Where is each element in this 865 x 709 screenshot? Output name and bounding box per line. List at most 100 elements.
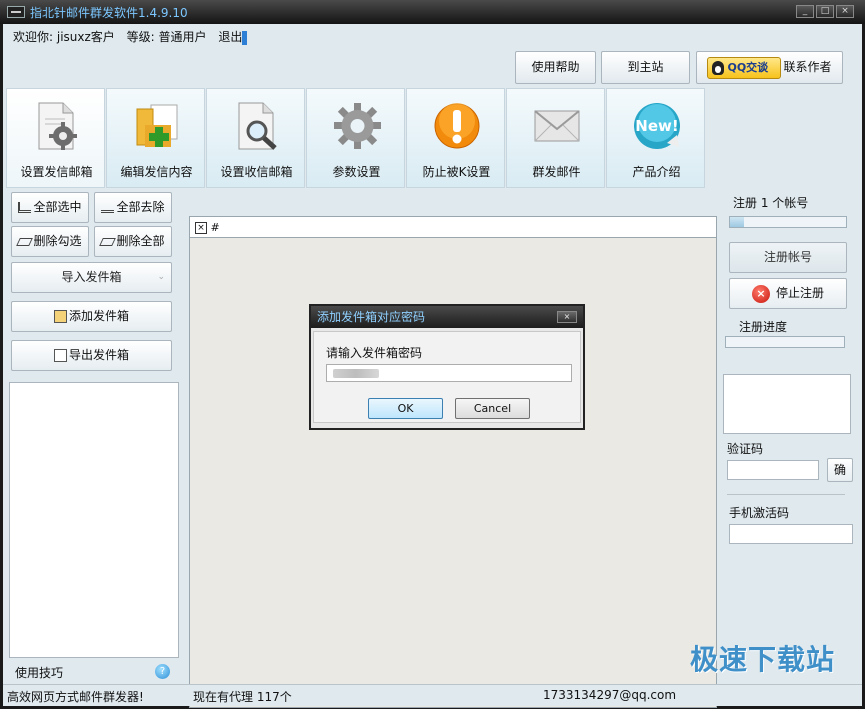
deselect-all-icon <box>101 202 115 213</box>
delete-all-label: 删除全部 <box>116 234 165 248</box>
captcha-image <box>723 374 851 434</box>
dialog-body: 请输入发件箱密码 OK Cancel <box>313 331 581 423</box>
settings-document-icon <box>38 102 77 150</box>
svg-text:New!: New! <box>635 117 678 135</box>
level-text: 等级: 普通用户 <box>126 30 207 44</box>
tile-label: 产品介绍 <box>632 165 681 179</box>
phone-code-label: 手机激活码 <box>729 506 790 520</box>
captcha-input[interactable] <box>727 460 819 480</box>
delete-checked-button[interactable]: 删除勾选 <box>11 226 89 257</box>
tile-label: 参数设置 <box>332 165 381 179</box>
tile-label: 群发邮件 <box>532 165 581 179</box>
tile-label: 设置发信邮箱 <box>20 165 93 179</box>
tile-product-intro[interactable]: New! 产品介绍 <box>606 88 705 188</box>
select-all-icon <box>18 202 32 213</box>
dialog-title: 添加发件箱对应密码 <box>311 306 583 328</box>
register-count-label: 注册 1 个帐号 <box>733 196 809 210</box>
register-count-bar <box>729 216 847 228</box>
qq-penguin-icon <box>712 60 725 75</box>
tile-anti-block[interactable]: 防止被K设置 <box>406 88 505 188</box>
qq-badge-label: QQ交谈 <box>727 60 769 74</box>
qq-chat-badge[interactable]: QQ交谈 <box>707 56 782 79</box>
dialog-prompt: 请输入发件箱密码 <box>326 346 423 360</box>
help-button[interactable]: 使用帮助 <box>515 51 596 84</box>
new-badge-icon: New! <box>634 103 680 149</box>
captcha-label: 验证码 <box>727 442 764 456</box>
warning-icon <box>434 103 480 149</box>
tab-strip: × # <box>189 216 717 238</box>
status-bar: 高效网页方式邮件群发器! 现在有代理 117个 1733134297@qq.co… <box>3 684 862 706</box>
envelope-icon <box>534 110 580 142</box>
cancel-button[interactable]: Cancel <box>455 398 530 419</box>
ok-button[interactable]: OK <box>368 398 443 419</box>
mailbox-list[interactable] <box>9 382 179 658</box>
password-dialog: 添加发件箱对应密码 × 请输入发件箱密码 OK Cancel <box>309 304 585 430</box>
add-label: 添加发件箱 <box>68 309 129 323</box>
deselect-all-button[interactable]: 全部去除 <box>94 192 172 223</box>
select-all-button[interactable]: 全部选中 <box>11 192 89 223</box>
deselect-all-label: 全部去除 <box>116 200 165 214</box>
register-progress-label: 注册进度 <box>739 320 788 334</box>
divider <box>727 494 845 495</box>
contact-author-button[interactable]: QQ交谈 联系作者 <box>696 51 843 84</box>
title-bar: 指北针邮件群发软件1.4.9.10 _ □ × <box>0 0 865 24</box>
sender-panel: 全部选中 全部去除 删除勾选 删除全部 导入发件箱 ⌄ 添加发件箱 导出发件箱 … <box>7 190 181 686</box>
status-proxy: 现在有代理 117个 <box>193 690 292 704</box>
add-mailbox-button[interactable]: 添加发件箱 <box>11 301 172 332</box>
tab-hash[interactable]: × # <box>195 221 225 238</box>
tab-close-icon[interactable]: × <box>195 222 207 234</box>
import-mailbox-button[interactable]: 导入发件箱 ⌄ <box>11 262 172 293</box>
password-input[interactable] <box>326 364 572 382</box>
text-cursor <box>242 30 248 45</box>
eraser-icon <box>99 237 117 246</box>
add-mailbox-icon <box>53 310 67 323</box>
captcha-confirm-button[interactable]: 确 <box>827 458 853 482</box>
chevron-down-icon: ⌄ <box>157 272 165 282</box>
register-progress-bar <box>725 336 845 348</box>
tile-label: 设置收信邮箱 <box>220 165 293 179</box>
gear-icon <box>334 103 381 149</box>
masked-value <box>333 369 379 378</box>
search-document-icon <box>238 102 277 150</box>
folder-add-icon <box>136 104 178 147</box>
export-mailbox-button[interactable]: 导出发件箱 <box>11 340 172 371</box>
watermark-text: 极速下载站 <box>690 643 836 676</box>
register-account-button[interactable]: 注册帐号 <box>729 242 847 273</box>
welcome-text: 欢迎你: jisuxz客户 <box>13 30 115 44</box>
app-icon[interactable] <box>7 6 25 18</box>
stop-icon: × <box>751 284 770 303</box>
import-label: 导入发件箱 <box>61 270 122 284</box>
eraser-icon <box>16 237 34 246</box>
minimize-button[interactable]: _ <box>796 5 814 18</box>
select-all-label: 全部选中 <box>33 200 82 214</box>
contact-label: 联系作者 <box>783 60 832 74</box>
home-button[interactable]: 到主站 <box>601 51 690 84</box>
close-button[interactable]: × <box>836 5 854 18</box>
register-count-fill <box>730 217 744 227</box>
stop-register-button[interactable]: × 停止注册 <box>729 278 847 309</box>
export-mailbox-icon <box>53 349 67 362</box>
export-label: 导出发件箱 <box>68 348 129 362</box>
tips-label[interactable]: 使用技巧 <box>15 664 63 681</box>
restore-button[interactable]: □ <box>816 5 834 18</box>
user-bar: 欢迎你: jisuxz客户 等级: 普通用户 退出 <box>13 28 255 45</box>
tile-send-mail[interactable]: 群发邮件 <box>506 88 605 188</box>
logout-link[interactable]: 退出 <box>218 30 242 44</box>
status-email: 1733134297@qq.com <box>543 688 677 702</box>
phone-code-input[interactable] <box>729 524 853 544</box>
window-title: 指北针邮件群发软件1.4.9.10 <box>30 6 188 20</box>
tile-edit-content[interactable]: 编辑发信内容 <box>106 88 205 188</box>
register-panel: 注册 1 个帐号 注册帐号 × 停止注册 注册进度 验证码 确 手机激活码 <box>721 190 862 686</box>
delete-checked-label: 删除勾选 <box>33 234 82 248</box>
tab-label: # <box>210 221 220 234</box>
help-bubble-icon[interactable]: ? <box>155 664 170 679</box>
stop-label: 停止注册 <box>775 286 824 300</box>
tile-sender-settings[interactable]: 设置发信邮箱 <box>6 88 105 188</box>
dialog-close-button[interactable]: × <box>557 311 577 323</box>
tile-label: 编辑发信内容 <box>120 165 193 179</box>
tile-recipient-settings[interactable]: 设置收信邮箱 <box>206 88 305 188</box>
tile-parameters[interactable]: 参数设置 <box>306 88 405 188</box>
tile-label: 防止被K设置 <box>422 165 491 179</box>
delete-all-button[interactable]: 删除全部 <box>94 226 172 257</box>
status-slogan: 高效网页方式邮件群发器! <box>7 690 144 704</box>
